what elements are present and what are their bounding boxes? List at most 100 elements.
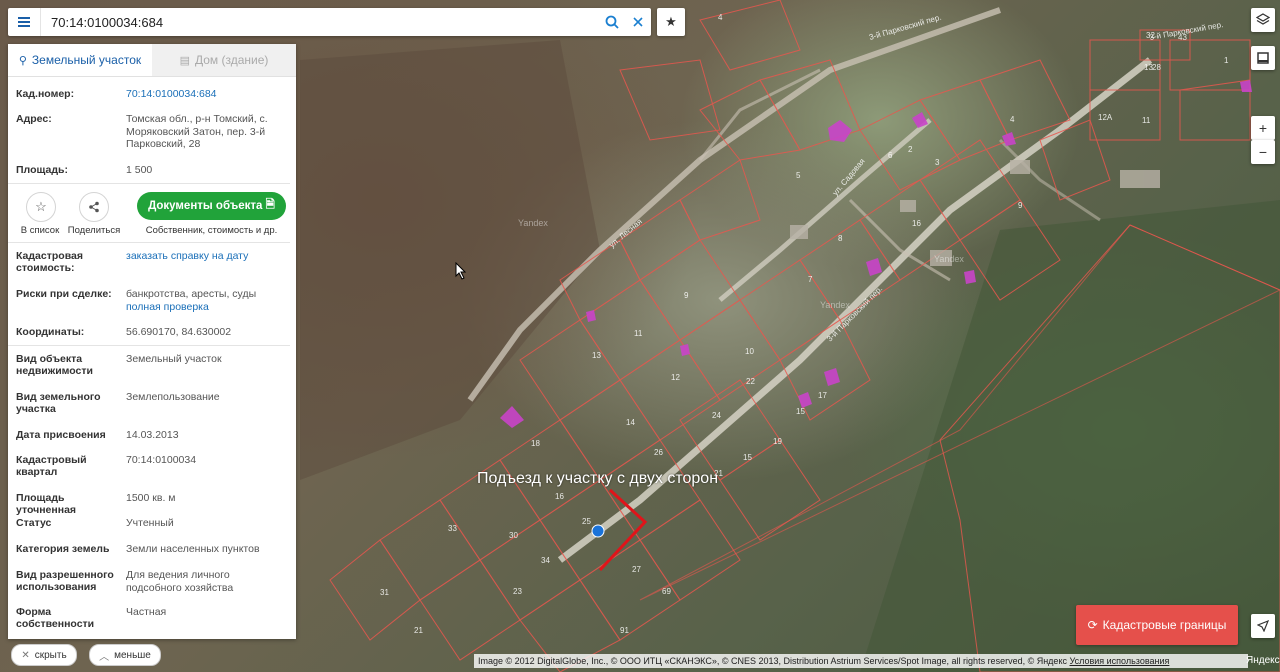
documents-button[interactable]: Документы объекта 🗎 [137, 192, 286, 220]
date-row: Дата присвоения 14.03.2013 [8, 429, 296, 442]
add-to-list-button[interactable]: ☆ [26, 192, 56, 222]
plot-number: 25 [582, 517, 591, 526]
precise-area-row: Площадь уточненная 1500 кв. м [8, 492, 296, 516]
plot-number: 12А [1098, 113, 1113, 122]
plot-number: 15 [796, 407, 805, 416]
street-label: ул. Лесная [608, 217, 644, 250]
hide-label: скрыть [34, 649, 67, 661]
field-label: Вид объекта недвижимости [16, 353, 93, 377]
plot-number: 16 [912, 219, 921, 228]
plot-number: 15 [743, 453, 752, 462]
cadnum-link[interactable]: 70:14:0100034:684 [126, 88, 217, 100]
star-outline-icon: ☆ [35, 199, 47, 214]
hamburger-icon [18, 21, 30, 23]
access-annotation: Подъезд к участку с двух сторон [477, 470, 719, 487]
quarter-value: 70:14:0100034 [126, 454, 197, 466]
area-value: 1 500 [126, 164, 153, 176]
cadnum-row: Кад.номер: 70:14:0100034:684 [8, 88, 296, 101]
plot-number: 2 [908, 145, 913, 154]
field-label: Статус [16, 517, 52, 529]
plot-number: 26 [654, 448, 663, 457]
search-bar [8, 8, 651, 36]
share-button[interactable] [79, 192, 109, 222]
document-icon: 🗎 [265, 198, 275, 211]
area-row: Площадь: 1 500 [8, 164, 296, 177]
clear-icon[interactable] [625, 8, 651, 36]
date-value: 14.03.2013 [126, 429, 179, 441]
divider [8, 345, 290, 346]
plot-number: 31 [380, 588, 389, 597]
ruler-icon [1257, 52, 1269, 64]
bookmark-star-button[interactable]: ★ [657, 8, 685, 36]
plot-number: 5 [796, 171, 801, 180]
field-label: Площадь уточненная [16, 492, 77, 516]
tab-label: Дом (здание) [194, 53, 269, 67]
address-row: Адрес: Томская обл., р-н Томский, с. Мор… [8, 113, 296, 151]
mouse-cursor-icon [455, 262, 467, 280]
field-label: Координаты: [16, 326, 85, 338]
search-input[interactable] [41, 8, 599, 36]
documents-subtitle: Собственник, стоимость и др. [145, 225, 278, 236]
building-icon: ▤ [179, 54, 190, 67]
precise-area-value: 1500 кв. м [126, 492, 176, 504]
tab-building[interactable]: ▤ Дом (здание) [152, 44, 296, 76]
location-arrow-icon [1257, 620, 1269, 632]
share-label: Поделиться [67, 225, 121, 236]
plot-number: 69 [662, 587, 671, 596]
plot-number: 14 [626, 418, 635, 427]
status-row: Статус Учтенный [8, 517, 296, 530]
cadastral-borders-button[interactable]: ⟳ Кадастровые границы [1076, 605, 1238, 645]
zoom-out-button[interactable]: − [1251, 140, 1275, 164]
documents-label: Документы объекта [148, 200, 263, 212]
field-label: Категория земель [16, 543, 110, 555]
field-label: Дата присвоения [16, 429, 106, 441]
object-type-row: Вид объекта недвижимости Земельный участ… [8, 353, 296, 377]
plot-number: 24 [712, 411, 721, 420]
ruler-button[interactable] [1251, 46, 1275, 70]
plot-number: 13 [1144, 63, 1153, 72]
plot-number: 10 [745, 347, 754, 356]
coords-value: 56.690170, 84.630002 [126, 326, 232, 338]
refresh-icon: ⟳ [1087, 618, 1098, 632]
menu-button[interactable] [8, 8, 41, 36]
close-icon: ✕ [21, 649, 30, 661]
map-watermark: Yandex [518, 218, 548, 228]
field-label: Кад.номер: [16, 88, 75, 100]
tab-land-plot[interactable]: ⚲ Земельный участок [8, 44, 152, 76]
full-check-link[interactable]: полная проверка [126, 301, 209, 313]
plot-number: 8 [838, 234, 843, 243]
less-button[interactable]: ︿ меньше [89, 644, 161, 666]
pin-icon: ⚲ [18, 54, 27, 67]
order-certificate-link[interactable]: заказать справку на дату [126, 250, 248, 262]
geolocation-button[interactable] [1251, 614, 1275, 638]
field-label: Риски при сделке: [16, 288, 112, 300]
zoom-in-button[interactable]: + [1251, 116, 1275, 140]
hide-panel-button[interactable]: ✕ скрыть [11, 644, 77, 666]
land-type-row: Вид земельного участка Землепользование [8, 391, 296, 415]
chevron-up-icon: ︿ [99, 651, 110, 663]
plot-number: 19 [773, 437, 782, 446]
field-label: Вид разрешенного использования [16, 569, 114, 593]
layers-button[interactable] [1251, 8, 1275, 32]
cad-button-label: Кадастровые границы [1102, 618, 1227, 632]
plot-number: 12 [671, 373, 680, 382]
search-icon[interactable] [599, 8, 625, 36]
ownership-value: Частная [126, 606, 167, 618]
plot-number: 30 [509, 531, 518, 540]
plot-number: 6 [888, 151, 893, 160]
field-label: Кадастровый квартал [16, 454, 87, 478]
star-icon: ★ [665, 14, 677, 29]
yandex-logo: Яндекс [1246, 655, 1280, 666]
coords-row: Координаты: 56.690170, 84.630002 [8, 326, 296, 339]
plot-number: 3 [935, 158, 940, 167]
map-watermark: Yandex [820, 300, 850, 310]
cost-row: Кадастровая стоимость: заказать справку … [8, 250, 296, 274]
plot-number: 13 [592, 351, 601, 360]
terms-link[interactable]: Условия использования [1070, 656, 1170, 666]
plot-number: 17 [818, 391, 827, 400]
plot-number: 7 [808, 275, 813, 284]
risks-value: банкротства, аресты, суды [126, 288, 257, 300]
attribution-text: Image © 2012 DigitalGlobe, Inc., © ООО И… [478, 656, 1067, 666]
add-to-list-label: В список [20, 225, 60, 236]
less-label: меньше [114, 649, 151, 661]
